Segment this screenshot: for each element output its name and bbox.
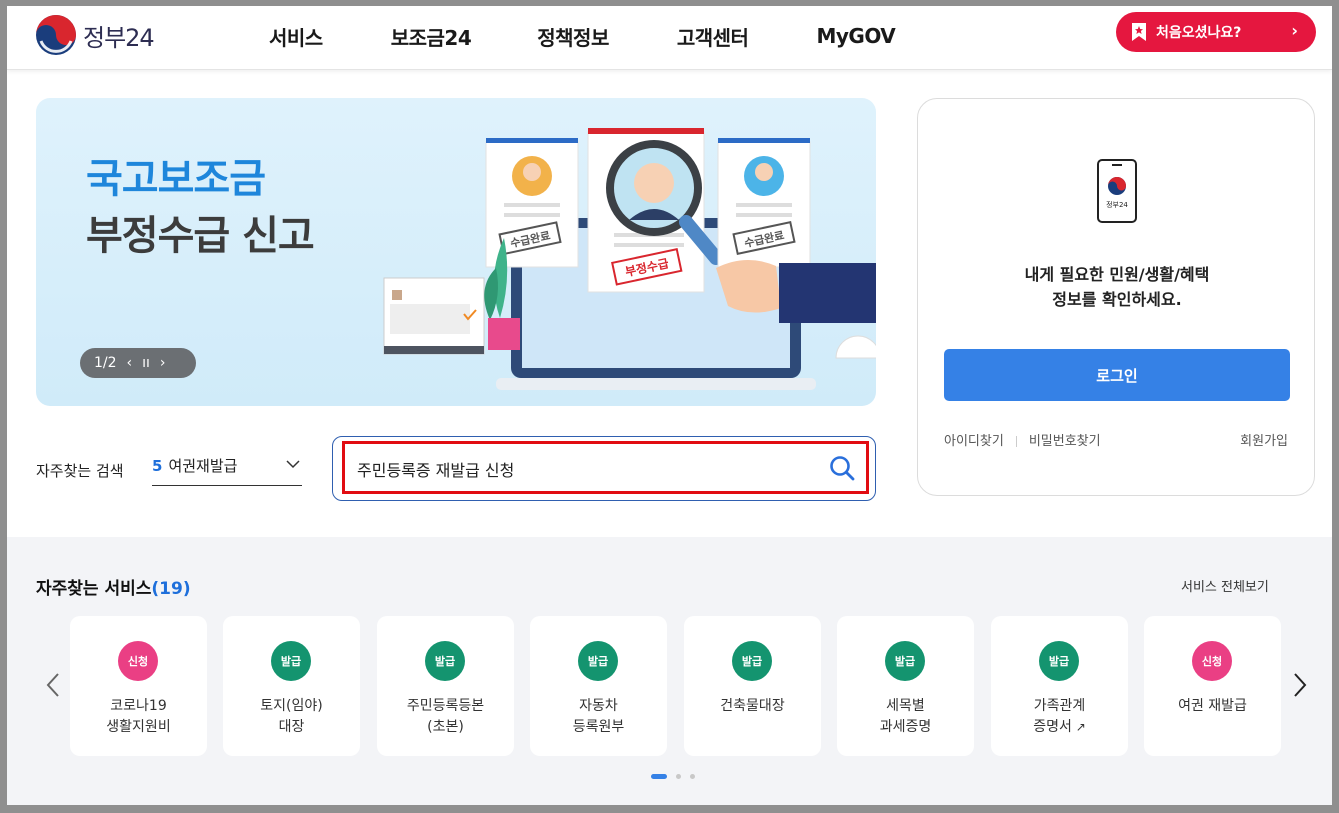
nav-mygov[interactable]: MyGOV bbox=[816, 24, 895, 48]
service-badge: 발급 bbox=[885, 641, 925, 681]
phone-label: 정부24 bbox=[1106, 200, 1128, 209]
service-label-line1: 건축물대장 bbox=[720, 698, 785, 714]
service-label-line1: 주민등록등본 bbox=[406, 698, 485, 714]
find-password-link[interactable]: 비밀번호찾기 bbox=[1029, 434, 1101, 449]
service-label-line2: 과세증명 bbox=[879, 719, 932, 735]
carousel-dot[interactable] bbox=[690, 774, 695, 779]
find-id-link[interactable]: 아이디찾기 bbox=[944, 434, 1004, 449]
main-nav: 서비스 보조금24 정책정보 고객센터 MyGOV bbox=[269, 6, 963, 66]
signup-link[interactable]: 회원가입 bbox=[1240, 430, 1288, 449]
search-icon[interactable] bbox=[828, 454, 856, 482]
service-label-line1: 가족관계 bbox=[1033, 698, 1086, 714]
services-title-text: 자주찾는 서비스 bbox=[36, 579, 152, 599]
page: 정부24 서비스 보조금24 정책정보 고객센터 MyGOV 처음오셨나요? ›… bbox=[7, 6, 1332, 805]
frequent-search-rank: 5 bbox=[152, 457, 163, 475]
service-card[interactable]: 발급건축물대장 bbox=[684, 616, 821, 756]
service-card[interactable]: 신청여권 재발급 bbox=[1144, 616, 1281, 756]
frequent-search-value: 여권재발급 bbox=[168, 457, 238, 475]
service-label: 세목별과세증명 bbox=[837, 696, 974, 738]
bookmark-star-icon bbox=[1132, 23, 1146, 41]
logo[interactable]: 정부24 bbox=[35, 13, 155, 57]
service-badge: 발급 bbox=[425, 641, 465, 681]
service-badge: 발급 bbox=[271, 641, 311, 681]
banner-pager: 1/2 ‹ ıı › bbox=[80, 348, 196, 378]
carousel-dot[interactable] bbox=[676, 774, 681, 779]
link-divider bbox=[1015, 436, 1017, 447]
header: 정부24 서비스 보조금24 정책정보 고객센터 MyGOV 처음오셨나요? › bbox=[7, 6, 1332, 70]
banner-prev-button[interactable]: ‹ bbox=[127, 355, 133, 371]
carousel-prev-icon[interactable] bbox=[45, 672, 61, 698]
login-button[interactable]: 로그인 bbox=[944, 349, 1290, 401]
service-label-line1: 코로나19 bbox=[110, 698, 167, 714]
service-label: 자동차등록원부 bbox=[530, 696, 667, 738]
first-visit-label: 처음오셨나요? bbox=[1156, 25, 1242, 41]
search-input[interactable] bbox=[357, 456, 817, 482]
service-badge: 발급 bbox=[578, 641, 618, 681]
frequent-search-dropdown[interactable]: 5 여권재발급 bbox=[152, 455, 302, 486]
login-message-line1: 내게 필요한 민원/생활/혜택 bbox=[1024, 265, 1210, 284]
service-card[interactable]: 발급가족관계증명서 ↗ bbox=[991, 616, 1128, 756]
nav-subsidy24[interactable]: 보조금24 bbox=[391, 22, 472, 51]
banner-illustration: 수급완료 부정수급 수급완료 bbox=[383, 128, 876, 390]
search-box-highlight bbox=[342, 441, 869, 494]
main-banner[interactable]: 국고보조금 부정수급 신고 수급완료 부정수급 수급완료 1/2 ‹ ıı › bbox=[36, 98, 876, 406]
service-card[interactable]: 발급자동차등록원부 bbox=[530, 616, 667, 756]
logo-text: 정부24 bbox=[83, 23, 155, 52]
carousel-dot[interactable] bbox=[651, 774, 667, 779]
view-all-services-link[interactable]: 서비스 전체보기 bbox=[1181, 576, 1269, 595]
nav-customer-center[interactable]: 고객센터 bbox=[677, 22, 749, 51]
login-message: 내게 필요한 민원/생활/혜택 정보를 확인하세요. bbox=[918, 262, 1316, 312]
banner-next-button[interactable]: › bbox=[160, 355, 166, 371]
service-label-line1: 자동차 bbox=[579, 698, 618, 714]
account-links: 아이디찾기 비밀번호찾기 bbox=[944, 430, 1101, 449]
service-label-line2: 등록원부 bbox=[572, 719, 625, 735]
service-label-line2: 증명서 ↗ bbox=[991, 717, 1128, 738]
service-label: 여권 재발급 bbox=[1144, 696, 1281, 717]
services-count: (19) bbox=[151, 579, 191, 599]
service-badge: 신청 bbox=[118, 641, 158, 681]
service-label: 토지(임야) 대장 bbox=[223, 696, 360, 738]
gov24-phone-icon: 정부24 bbox=[1097, 159, 1137, 223]
banner-title-line2: 부정수급 신고 bbox=[86, 213, 315, 259]
chevron-down-icon bbox=[286, 460, 300, 469]
first-visit-button[interactable]: 처음오셨나요? › bbox=[1116, 12, 1316, 52]
taegeuk-logo-icon bbox=[36, 15, 76, 55]
banner-pause-button[interactable]: ıı bbox=[142, 355, 150, 371]
service-card[interactable]: 발급토지(임야) 대장 bbox=[223, 616, 360, 756]
nav-services[interactable]: 서비스 bbox=[269, 22, 323, 51]
service-label: 주민등록등본 (초본) bbox=[377, 696, 514, 738]
service-label-line1: 토지(임야) bbox=[260, 698, 323, 714]
banner-page-indicator: 1/2 bbox=[94, 355, 117, 371]
service-card[interactable]: 신청코로나19 생활지원비 bbox=[70, 616, 207, 756]
chevron-right-icon: › bbox=[1291, 21, 1298, 40]
service-label: 코로나19 생활지원비 bbox=[70, 696, 207, 738]
carousel-next-icon[interactable] bbox=[1292, 672, 1308, 698]
banner-title-line1: 국고보조금 bbox=[86, 156, 266, 202]
service-label-line2: 대장 bbox=[278, 719, 305, 735]
service-badge: 신청 bbox=[1192, 641, 1232, 681]
service-badge: 발급 bbox=[1039, 641, 1079, 681]
service-label: 가족관계증명서 ↗ bbox=[991, 696, 1128, 738]
service-label-line1: 세목별 bbox=[886, 698, 925, 714]
service-label-line1: 여권 재발급 bbox=[1178, 698, 1247, 714]
external-link-icon: ↗ bbox=[1071, 720, 1086, 734]
service-card[interactable]: 발급주민등록등본 (초본) bbox=[377, 616, 514, 756]
service-label: 건축물대장 bbox=[684, 696, 821, 717]
carousel-pagination bbox=[651, 774, 695, 779]
login-message-line2: 정보를 확인하세요. bbox=[1052, 290, 1182, 309]
service-label-line2-text: 증명서 bbox=[1033, 719, 1072, 735]
services-title: 자주찾는 서비스(19) bbox=[36, 574, 191, 599]
login-panel: 정부24 내게 필요한 민원/생활/혜택 정보를 확인하세요. 로그인 아이디찾… bbox=[917, 98, 1315, 496]
service-label-line2: 생활지원비 bbox=[106, 719, 171, 735]
service-badge: 발급 bbox=[732, 641, 772, 681]
service-label-line2: (초본) bbox=[427, 719, 464, 735]
service-card[interactable]: 발급세목별과세증명 bbox=[837, 616, 974, 756]
frequent-search-label: 자주찾는 검색 bbox=[36, 462, 124, 480]
nav-policy-info[interactable]: 정책정보 bbox=[537, 22, 609, 51]
